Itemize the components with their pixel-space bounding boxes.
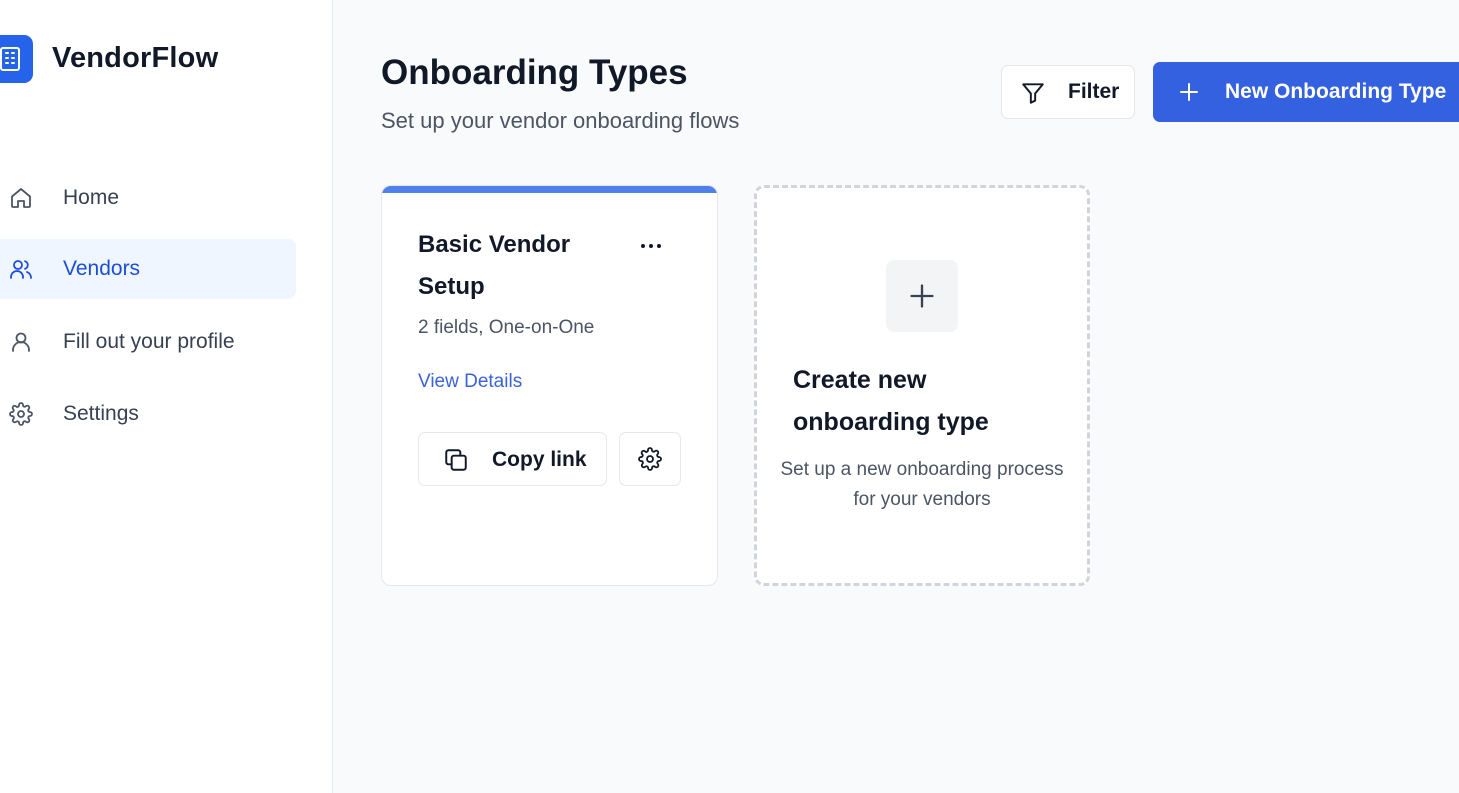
page-title: Onboarding Types bbox=[381, 53, 688, 92]
card-settings-button[interactable] bbox=[619, 432, 681, 486]
new-onboarding-type-label: New Onboarding Type bbox=[1225, 80, 1447, 103]
app-name: VendorFlow bbox=[52, 42, 219, 74]
sidebar-item-profile[interactable]: Fill out your profile bbox=[0, 312, 296, 372]
users-icon bbox=[10, 260, 32, 279]
create-card-description: Set up a new onboarding process for your… bbox=[780, 459, 1064, 510]
sidebar-item-label: Vendors bbox=[63, 257, 141, 280]
create-onboarding-type-card[interactable]: Create new onboarding type Set up a new … bbox=[754, 185, 1090, 586]
sidebar: VendorFlow Home Vendors Fill out your pr… bbox=[0, 0, 333, 793]
more-horizontal-icon bbox=[641, 244, 661, 248]
create-plus-box bbox=[886, 260, 958, 332]
home-icon bbox=[11, 188, 31, 208]
gear-icon bbox=[638, 447, 662, 471]
filter-icon bbox=[1022, 83, 1044, 104]
card-meta: 2 fields, One-on-One bbox=[418, 317, 595, 338]
sidebar-item-settings[interactable]: Settings bbox=[0, 384, 296, 444]
plus-icon bbox=[1180, 83, 1198, 101]
app-logo bbox=[0, 35, 33, 83]
building-icon bbox=[0, 47, 20, 71]
card-accent-bar bbox=[382, 186, 717, 193]
sidebar-item-label: Fill out your profile bbox=[63, 330, 235, 353]
sidebar-item-home[interactable]: Home bbox=[0, 168, 296, 228]
user-icon bbox=[12, 332, 30, 352]
create-card-title: Create new onboarding type bbox=[793, 366, 989, 436]
copy-link-label: Copy link bbox=[492, 448, 587, 471]
card-title: Basic Vendor Setup bbox=[418, 231, 571, 300]
sidebar-item-label: Home bbox=[63, 186, 120, 209]
more-options-button[interactable] bbox=[636, 234, 666, 258]
filter-button-label: Filter bbox=[1068, 80, 1120, 103]
main-content: Onboarding Types Set up your vendor onbo… bbox=[333, 0, 1459, 793]
onboarding-type-card: Basic Vendor Setup 2 fields, One-on-One … bbox=[381, 185, 718, 586]
copy-link-button[interactable]: Copy link bbox=[418, 432, 607, 486]
sidebar-item-vendors[interactable]: Vendors bbox=[0, 239, 296, 299]
gear-icon bbox=[9, 402, 33, 426]
copy-icon bbox=[445, 449, 467, 471]
page-subtitle: Set up your vendor onboarding flows bbox=[381, 108, 740, 133]
filter-button[interactable]: Filter bbox=[1001, 65, 1135, 119]
view-details-link[interactable]: View Details bbox=[418, 371, 522, 393]
sidebar-item-label: Settings bbox=[63, 402, 139, 425]
plus-icon bbox=[910, 284, 934, 308]
new-onboarding-type-button[interactable]: New Onboarding Type bbox=[1153, 62, 1459, 122]
